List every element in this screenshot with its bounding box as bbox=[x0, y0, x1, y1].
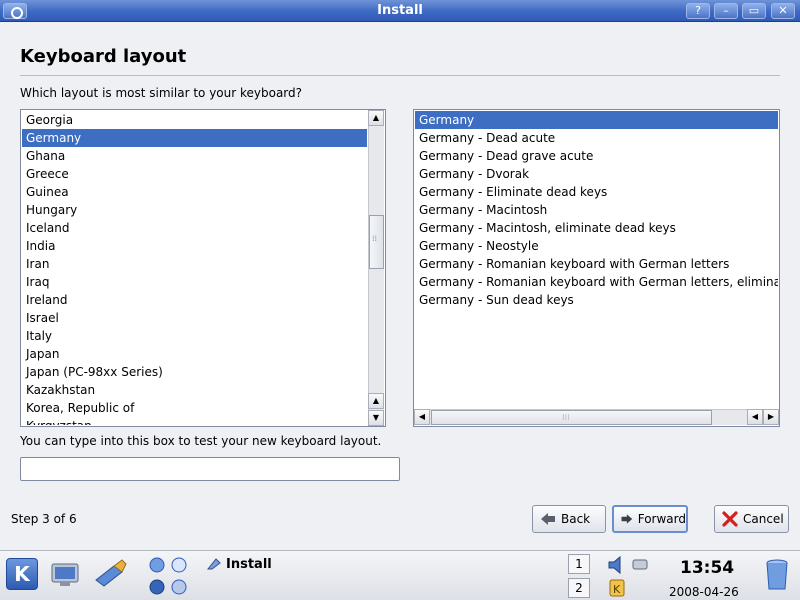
clock-time[interactable]: 13:54 bbox=[680, 558, 734, 578]
variant-item[interactable]: Germany - Romanian keyboard with German … bbox=[415, 255, 778, 273]
variant-item[interactable]: Germany - Dead grave acute bbox=[415, 147, 778, 165]
country-list[interactable]: Georgia Germany Ghana Greece Guinea Hungary Ic… bbox=[20, 109, 386, 427]
country-item[interactable]: Iceland bbox=[22, 219, 367, 237]
scroll-right-button[interactable]: ▶ bbox=[763, 409, 779, 425]
country-item[interactable]: Greece bbox=[22, 165, 367, 183]
test-input[interactable] bbox=[20, 457, 400, 481]
country-item[interactable]: Kyrgyzstan bbox=[22, 417, 367, 425]
red-x-icon bbox=[722, 511, 738, 527]
variant-item[interactable]: Germany - Macintosh bbox=[415, 201, 778, 219]
arrow-right-icon bbox=[621, 514, 633, 524]
variant-item[interactable]: Germany - Eliminate dead keys bbox=[415, 183, 778, 201]
scroll-down-button[interactable]: ▼ bbox=[368, 410, 384, 426]
klipper-icon[interactable]: K bbox=[607, 578, 627, 598]
active-task-install[interactable]: Install bbox=[226, 557, 272, 572]
variant-item[interactable]: Germany - Dead acute bbox=[415, 129, 778, 147]
variant-item[interactable]: Germany - Neostyle bbox=[415, 237, 778, 255]
back-button-label: Back bbox=[561, 512, 591, 526]
install-task-icon bbox=[206, 558, 221, 570]
window-titlebar[interactable]: Install ? – ▭ ✕ bbox=[0, 0, 800, 22]
country-item[interactable]: Korea, Republic of bbox=[22, 399, 367, 417]
arrow-left-icon bbox=[541, 513, 555, 525]
trash-icon[interactable] bbox=[764, 558, 790, 592]
country-item[interactable]: Ireland bbox=[22, 291, 367, 309]
country-item[interactable]: Guinea bbox=[22, 183, 367, 201]
forward-button[interactable]: Forward bbox=[612, 505, 688, 533]
kmenu-button[interactable]: K bbox=[6, 558, 38, 590]
variant-item[interactable]: Germany - Macintosh, eliminate dead keys bbox=[415, 219, 778, 237]
variant-list-hscrollbar[interactable]: ◀ ⁝⁝⁝ ◀ ▶ bbox=[414, 409, 779, 425]
scroll-left-button[interactable]: ◀ bbox=[414, 409, 430, 425]
minimize-button[interactable]: – bbox=[714, 3, 738, 19]
variant-list[interactable]: Germany Germany - Dead acute Germany - Dea… bbox=[413, 109, 780, 427]
variant-item[interactable]: Germany - Romanian keyboard with German … bbox=[415, 273, 778, 291]
country-item[interactable]: Israel bbox=[22, 309, 367, 327]
page-title: Keyboard layout bbox=[20, 46, 187, 67]
step-indicator: Step 3 of 6 bbox=[11, 512, 77, 526]
cancel-button[interactable]: Cancel bbox=[714, 505, 789, 533]
close-button[interactable]: ✕ bbox=[771, 3, 795, 19]
scroll-left-button-right[interactable]: ◀ bbox=[747, 409, 763, 425]
forward-button-label: Forward bbox=[637, 512, 686, 526]
window-title: Install bbox=[377, 3, 423, 18]
country-item[interactable]: Japan bbox=[22, 345, 367, 363]
variant-item[interactable]: Germany bbox=[415, 111, 778, 129]
desktop-1-button[interactable]: 1 bbox=[568, 554, 590, 574]
country-item[interactable]: India bbox=[22, 237, 367, 255]
country-list-scrollbar[interactable]: ▲ ⁞⁞ ▲ ▼ bbox=[368, 110, 384, 426]
divider bbox=[20, 75, 780, 76]
country-item[interactable]: Georgia bbox=[22, 111, 367, 129]
variant-list-items: Germany Germany - Dead acute Germany - Dea… bbox=[415, 111, 778, 408]
scroll-up-button-lower[interactable]: ▲ bbox=[368, 393, 384, 409]
country-item[interactable]: Iran bbox=[22, 255, 367, 273]
help-button[interactable]: ? bbox=[686, 3, 710, 19]
desktop-2-button[interactable]: 2 bbox=[568, 578, 590, 598]
svg-text:K: K bbox=[613, 583, 621, 596]
layout-question: Which layout is most similar to your key… bbox=[20, 86, 303, 100]
variant-item[interactable]: Germany - Sun dead keys bbox=[415, 291, 778, 309]
network-icon[interactable] bbox=[630, 555, 652, 575]
country-item[interactable]: Kazakhstan bbox=[22, 381, 367, 399]
test-hint: You can type into this box to test your … bbox=[20, 434, 382, 448]
country-item[interactable]: Hungary bbox=[22, 201, 367, 219]
scroll-up-button[interactable]: ▲ bbox=[368, 110, 384, 126]
country-item[interactable]: Japan (PC-98xx Series) bbox=[22, 363, 367, 381]
paint-brush-icon[interactable] bbox=[92, 558, 128, 590]
country-item[interactable]: Italy bbox=[22, 327, 367, 345]
variant-item[interactable]: Germany - Dvorak bbox=[415, 165, 778, 183]
quick-launch-icons[interactable] bbox=[146, 556, 192, 596]
hscroll-thumb[interactable]: ⁝⁝⁝ bbox=[431, 410, 712, 425]
country-item[interactable]: Ghana bbox=[22, 147, 367, 165]
clock-date: 2008-04-26 bbox=[669, 585, 739, 599]
cancel-button-label: Cancel bbox=[743, 512, 784, 526]
scroll-thumb[interactable]: ⁞⁞ bbox=[369, 215, 384, 269]
maximize-button[interactable]: ▭ bbox=[742, 3, 766, 19]
back-button[interactable]: Back bbox=[532, 505, 606, 533]
speaker-icon[interactable] bbox=[606, 555, 628, 575]
system-settings-icon[interactable] bbox=[50, 560, 84, 590]
country-item[interactable]: Germany bbox=[22, 129, 367, 147]
country-item[interactable]: Iraq bbox=[22, 273, 367, 291]
country-list-items: Georgia Germany Ghana Greece Guinea Hungary Ic… bbox=[22, 111, 367, 425]
